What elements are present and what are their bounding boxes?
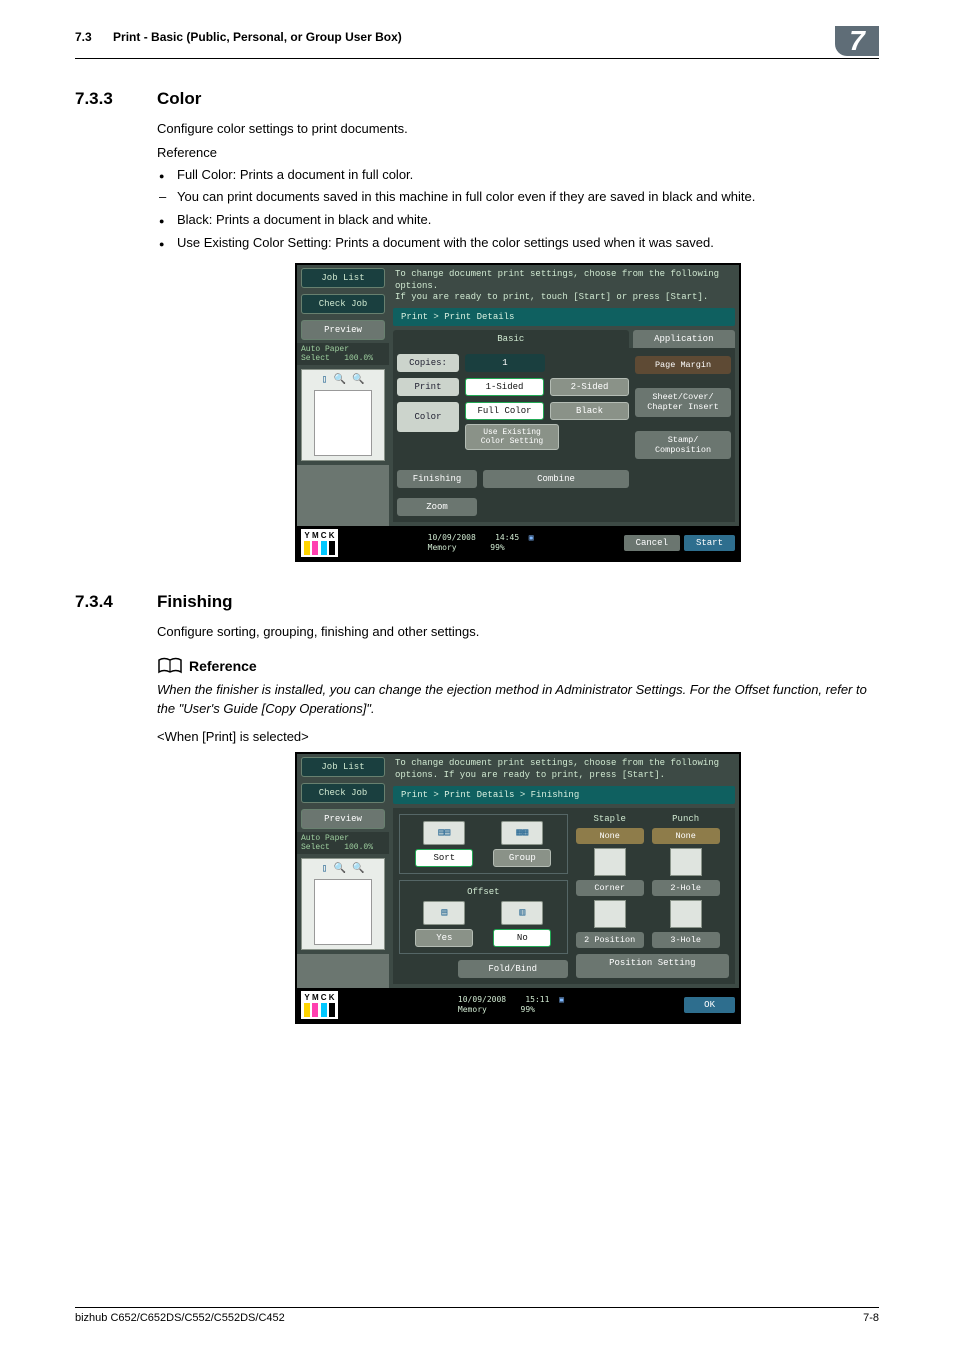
bullet-item: Black: Prints a document in black and wh…: [177, 211, 879, 230]
book-icon: [157, 657, 183, 675]
toner-levels: Y M C K: [304, 993, 335, 1017]
memory-value: 99%: [521, 1005, 535, 1014]
preview-button[interactable]: Preview: [301, 809, 385, 829]
tab-basic[interactable]: Basic: [393, 330, 629, 348]
doc-icon: ▯: [322, 863, 328, 875]
time-value: 14:45: [495, 533, 519, 542]
check-job-button[interactable]: Check Job: [301, 783, 385, 803]
one-sided-button[interactable]: 1-Sided: [465, 378, 544, 396]
memory-label: Memory: [458, 1005, 487, 1014]
memory-value: 99%: [490, 543, 504, 552]
ok-button[interactable]: OK: [684, 997, 735, 1013]
black-button[interactable]: Black: [550, 402, 629, 420]
intro-text: Configure sorting, grouping, finishing a…: [157, 622, 879, 642]
toner-levels: Y M C K: [304, 531, 335, 555]
bullet-item: You can print documents saved in this ma…: [177, 188, 879, 207]
sheet-cover-button[interactable]: Sheet/Cover/ Chapter Insert: [635, 388, 731, 416]
reference-heading: Reference: [189, 658, 257, 674]
breadcrumb: Print > Print Details > Finishing: [393, 786, 735, 804]
section-number: 7.3.4: [75, 592, 157, 612]
reference-label: Reference: [157, 145, 879, 160]
panel-message: To change document print settings, choos…: [395, 269, 733, 292]
breadcrumb: Print > Print Details: [393, 308, 735, 326]
zoom-in-icon[interactable]: 🔍: [352, 374, 364, 386]
punch-3hole-button[interactable]: 3-Hole: [652, 932, 720, 948]
punch-none-button[interactable]: None: [652, 828, 720, 844]
offset-no-button[interactable]: No: [493, 929, 551, 947]
position-setting-button[interactable]: Position Setting: [576, 954, 729, 978]
color-label: Color: [397, 402, 459, 432]
section-title: Finishing: [157, 592, 233, 612]
start-button[interactable]: Start: [684, 535, 735, 551]
full-color-button[interactable]: Full Color: [465, 402, 544, 420]
screenshot-caption: <When [Print] is selected>: [157, 729, 879, 744]
chapter-badge: 7: [835, 26, 879, 56]
two-sided-button[interactable]: 2-Sided: [550, 378, 629, 396]
doc-icon: ▯: [322, 374, 328, 386]
header-section-title: Print - Basic (Public, Personal, or Grou…: [113, 30, 402, 44]
copies-value[interactable]: 1: [465, 354, 545, 372]
auto-paper-status: Auto Paper Select 100.0%: [297, 832, 389, 854]
printer-panel-color: Job List Check Job Preview Auto Paper Se…: [295, 263, 741, 562]
finishing-button[interactable]: Finishing: [397, 470, 477, 488]
check-job-button[interactable]: Check Job: [301, 294, 385, 314]
time-value: 15:11: [525, 995, 549, 1004]
staple-2pos-icon: [594, 900, 626, 928]
offset-no-icon: ▥: [501, 901, 543, 925]
auto-paper-status: Auto Paper Select 100.0%: [297, 343, 389, 365]
preview-button[interactable]: Preview: [301, 320, 385, 340]
offset-yes-button[interactable]: Yes: [415, 929, 473, 947]
cancel-button[interactable]: Cancel: [624, 535, 680, 551]
offset-yes-icon: ▤: [423, 901, 465, 925]
zoom-button[interactable]: Zoom: [397, 498, 477, 516]
footer-page-number: 7-8: [863, 1312, 879, 1324]
page-margin-button[interactable]: Page Margin: [635, 356, 731, 374]
document-preview: ▯ 🔍 🔍: [301, 369, 385, 461]
panel-message: To change document print settings, choos…: [389, 754, 739, 785]
print-label: Print: [397, 378, 459, 396]
punch-2hole-button[interactable]: 2-Hole: [652, 880, 720, 896]
intro-text: Configure color settings to print docume…: [157, 119, 879, 139]
section-number: 7.3.3: [75, 89, 157, 109]
memory-label: Memory: [428, 543, 457, 552]
punch-3hole-icon: [670, 900, 702, 928]
offset-label: Offset: [467, 887, 499, 897]
combine-button[interactable]: Combine: [483, 470, 629, 488]
zoom-out-icon[interactable]: 🔍: [334, 374, 346, 386]
printer-panel-finishing: Job List Check Job Preview Auto Paper Se…: [295, 752, 741, 1023]
staple-none-button[interactable]: None: [576, 828, 644, 844]
copy-icon: ▣: [559, 995, 564, 1004]
group-icon: ▦▦: [501, 821, 543, 845]
staple-corner-icon: [594, 848, 626, 876]
fold-bind-button[interactable]: Fold/Bind: [458, 960, 568, 978]
staple-label: Staple: [576, 814, 644, 824]
zoom-out-icon[interactable]: 🔍: [334, 863, 346, 875]
stamp-composition-button[interactable]: Stamp/ Composition: [635, 431, 731, 459]
punch-label: Punch: [652, 814, 720, 824]
job-list-button[interactable]: Job List: [301, 757, 385, 777]
header-section-number: 7.3: [75, 30, 92, 44]
bullet-item: Full Color: Prints a document in full co…: [177, 166, 879, 185]
staple-2position-button[interactable]: 2 Position: [576, 932, 644, 948]
job-list-button[interactable]: Job List: [301, 268, 385, 288]
footer-model: bizhub C652/C652DS/C552/C552DS/C452: [75, 1312, 285, 1324]
staple-corner-button[interactable]: Corner: [576, 880, 644, 896]
use-existing-color-button[interactable]: Use Existing Color Setting: [465, 424, 559, 450]
copies-label: Copies:: [397, 354, 459, 372]
sort-icon: ▤▤: [423, 821, 465, 845]
punch-2hole-icon: [670, 848, 702, 876]
section-title: Color: [157, 89, 201, 109]
copy-icon: ▣: [529, 533, 534, 542]
bullet-item: Use Existing Color Setting: Prints a doc…: [177, 234, 879, 253]
sort-button[interactable]: Sort: [415, 849, 473, 867]
date-value: 10/09/2008: [428, 533, 476, 542]
reference-body: When the finisher is installed, you can …: [157, 681, 879, 719]
date-value: 10/09/2008: [458, 995, 506, 1004]
panel-message: If you are ready to print, touch [Start]…: [395, 292, 733, 304]
zoom-in-icon[interactable]: 🔍: [352, 863, 364, 875]
document-preview: ▯ 🔍 🔍: [301, 858, 385, 950]
tab-application[interactable]: Application: [633, 330, 735, 348]
group-button[interactable]: Group: [493, 849, 551, 867]
